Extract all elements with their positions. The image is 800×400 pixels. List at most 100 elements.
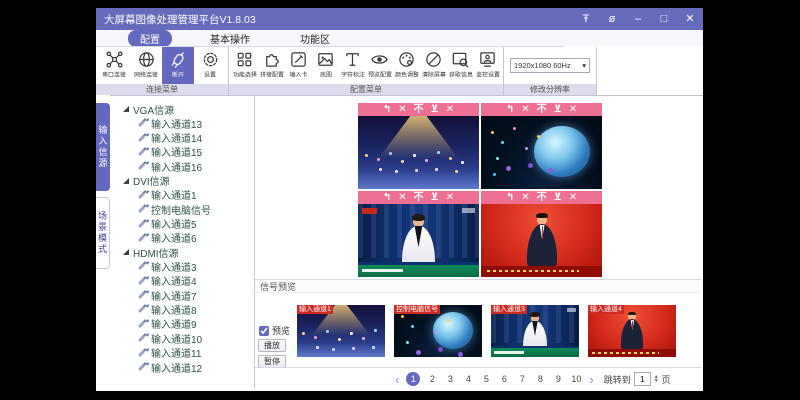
preview-checkbox[interactable]: 预览	[259, 324, 290, 337]
video-window-control-icon[interactable]: ↰	[383, 103, 391, 116]
ribbon-button[interactable]: 断开	[162, 47, 194, 84]
ribbon-button[interactable]: 预览配置	[366, 47, 393, 84]
ribbon-button[interactable]: 颜色调整	[393, 47, 420, 84]
tree-item[interactable]: 输入通道15	[110, 145, 254, 159]
video-window-control-icon[interactable]: ⊻	[431, 191, 439, 204]
gear-icon	[201, 50, 220, 69]
tree-group[interactable]: VGA信源	[110, 102, 254, 116]
close-icon[interactable]: ✕	[677, 8, 703, 30]
video-window-control-icon[interactable]: 不	[414, 191, 424, 204]
video-window-control-icon[interactable]: ✕	[398, 103, 406, 116]
disconnect-icon	[169, 50, 188, 69]
app-title: 大屏幕图像处理管理平台V1.8.03	[96, 12, 573, 27]
resolution-dropdown[interactable]: 1920x1080 60Hz▾	[510, 58, 590, 73]
tree-item[interactable]: 输入通道1	[110, 188, 254, 202]
signal-thumbnail[interactable]: 控制电脑信号	[394, 305, 482, 357]
video-window-control-icon[interactable]: ✕	[521, 191, 529, 204]
ribbon-button[interactable]: 获取信息	[447, 47, 474, 84]
page-number[interactable]: 4	[462, 374, 474, 384]
tree-item[interactable]: 输入通道11	[110, 345, 254, 359]
tree-group[interactable]: DVI信源	[110, 174, 254, 188]
ribbon-button-label: 网络连接	[134, 71, 158, 80]
page-number[interactable]: 1	[406, 372, 420, 386]
ribbon-button[interactable]: 网络连接	[130, 47, 162, 84]
video-window[interactable]: ↰ ✕ 不 ⊻ ✕	[481, 103, 602, 189]
ribbon-tab[interactable]: 功能区	[288, 30, 342, 47]
tree-item[interactable]: 输入通道7	[110, 288, 254, 302]
page-number[interactable]: 2	[426, 374, 438, 384]
jump-page-input[interactable]	[634, 372, 651, 386]
spinner-icon[interactable]: ▲▼	[654, 375, 659, 384]
maximize-icon[interactable]: □	[651, 8, 677, 30]
tree-item[interactable]: 输入通道9	[110, 317, 254, 331]
page-number[interactable]: 6	[498, 374, 510, 384]
ribbon-button[interactable]: 拼接配置	[258, 47, 285, 84]
tree-expand-icon[interactable]	[123, 106, 129, 112]
signal-thumbnail[interactable]: 输入通道1	[297, 305, 385, 357]
page-number[interactable]: 5	[480, 374, 492, 384]
side-tab[interactable]: 输入信源	[96, 103, 110, 191]
tree-item[interactable]: 输入通道4	[110, 274, 254, 288]
tree-item[interactable]: 输入通道5	[110, 216, 254, 230]
tree-item[interactable]: 输入通道14	[110, 130, 254, 144]
side-tab[interactable]: 场景模式	[96, 197, 110, 269]
theme-icon[interactable]: ø	[599, 8, 625, 30]
ribbon-button[interactable]: 输入卡	[285, 47, 312, 84]
page-prev-icon[interactable]: ‹	[395, 373, 399, 386]
ribbon-tab[interactable]: 基本操作	[198, 30, 262, 47]
video-window-control-icon[interactable]: ⊻	[554, 103, 562, 116]
video-window-control-icon[interactable]: ↰	[383, 191, 391, 204]
tree-item[interactable]: 输入通道12	[110, 360, 254, 374]
tree-group[interactable]: HDMI信源	[110, 245, 254, 259]
tree-item[interactable]: 控制电脑信号	[110, 202, 254, 216]
page-number[interactable]: 8	[534, 374, 546, 384]
video-window[interactable]: ↰ ✕ 不 ⊻ ✕	[358, 191, 479, 277]
video-window-control-icon[interactable]: ↰	[506, 103, 514, 116]
video-window-control-icon[interactable]: ✕	[521, 103, 529, 116]
video-window[interactable]: ↰ ✕ 不 ⊻ ✕	[481, 191, 602, 277]
video-window-control-icon[interactable]: ✕	[446, 103, 454, 116]
tree-item[interactable]: 输入通道3	[110, 259, 254, 273]
signal-thumbnail[interactable]: 输入通道3	[491, 305, 579, 357]
video-window-control-icon[interactable]: 不	[537, 191, 547, 204]
ribbon-button[interactable]: 设置	[194, 47, 226, 84]
video-window-control-icon[interactable]: ✕	[569, 191, 577, 204]
tree-item[interactable]: 输入通道13	[110, 116, 254, 130]
ribbon-button[interactable]: 字符标注	[339, 47, 366, 84]
ribbon-button[interactable]: 功能选择	[231, 47, 258, 84]
video-window-control-icon[interactable]: 不	[414, 103, 424, 116]
tree-item[interactable]: 输入通道8	[110, 302, 254, 316]
video-window-control-icon[interactable]: 不	[537, 103, 547, 116]
page-number[interactable]: 9	[552, 374, 564, 384]
tree-expand-icon[interactable]	[123, 249, 129, 255]
video-window[interactable]: ↰ ✕ 不 ⊻ ✕	[358, 103, 479, 189]
ribbon-button[interactable]: 底图	[312, 47, 339, 84]
video-window-control-icon[interactable]: ✕	[446, 191, 454, 204]
ribbon-button[interactable]: 监控设置	[474, 47, 501, 84]
video-window-control-icon[interactable]: ✕	[569, 103, 577, 116]
video-window-control-icon[interactable]: ✕	[398, 191, 406, 204]
tree-item[interactable]: 输入通道16	[110, 159, 254, 173]
signal-thumbnail[interactable]: 输入通道4	[588, 305, 676, 357]
page-next-icon[interactable]: ›	[589, 373, 593, 386]
tree-item-label: 输入通道12	[151, 360, 202, 375]
pin-icon[interactable]: Ŧ	[573, 8, 599, 30]
play-button[interactable]: 播放	[258, 339, 286, 352]
tree-expand-icon[interactable]	[123, 178, 129, 184]
page-number[interactable]: 3	[444, 374, 456, 384]
page-number[interactable]: 10	[570, 374, 582, 384]
tree-item[interactable]: 输入通道10	[110, 331, 254, 345]
video-window-control-icon[interactable]: ⊻	[554, 191, 562, 204]
ribbon-tab[interactable]: 配置	[128, 30, 172, 47]
video-window-body	[481, 116, 602, 189]
video-window-control-icon[interactable]: ↰	[506, 191, 514, 204]
video-window-control-icon[interactable]: ⊻	[431, 103, 439, 116]
ribbon-button[interactable]: 清除屏幕	[420, 47, 447, 84]
titlebar[interactable]: 大屏幕图像处理管理平台V1.8.03 Ŧø–□✕	[96, 8, 703, 30]
tree-item[interactable]: 输入通道6	[110, 231, 254, 245]
minimize-icon[interactable]: –	[625, 8, 651, 30]
jump-label: 跳转到	[604, 373, 631, 386]
page-number[interactable]: 7	[516, 374, 528, 384]
preview-checkbox-input[interactable]	[259, 326, 269, 336]
ribbon-button[interactable]: 串口连接	[98, 47, 130, 84]
